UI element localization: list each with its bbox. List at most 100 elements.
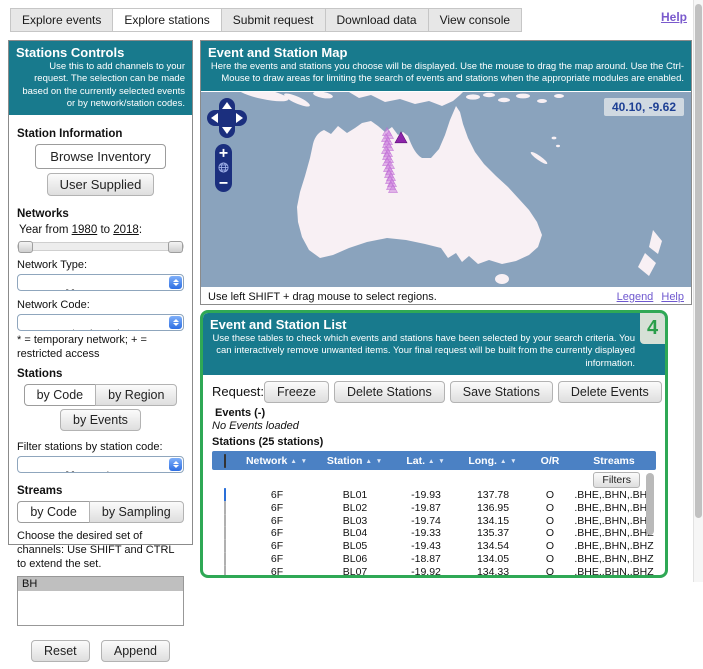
station-row-checkbox[interactable] [224,552,226,566]
year-from-link[interactable]: 1980 [72,224,98,236]
station-row-checkbox[interactable] [224,501,226,515]
sort-icons[interactable]: ▲ ▼ [290,458,308,465]
legend-link[interactable]: Legend [617,291,654,303]
cell-streams: .BHE,.BHN,.BHZ [572,540,656,552]
year-range-line: Year from 1980 to 2018: [19,224,184,236]
cell-long: 134.33 [458,566,528,578]
list-panel-header: Event and Station List Use these tables … [203,313,665,375]
network-type-label: Network Type: [17,259,184,271]
select-stepper-icon [169,316,182,329]
cell-network: 6F [238,527,316,539]
panel-title: Stations Controls [16,45,185,60]
stations-table-header: Network▲ ▼ Station▲ ▼ Lat.▲ ▼ Long.▲ ▼ O… [212,451,656,470]
station-row: 6F BL01 -19.93 137.78 O .BHE,.BHN,.BHZ [212,489,656,502]
cell-network: 6F [238,553,316,565]
append-button[interactable]: Append [101,640,170,662]
map-pan-control[interactable] [207,98,247,138]
network-code-select[interactable]: 6F* (2008) - BILBY Experiement [17,314,184,331]
request-label: Request: [212,381,264,399]
cell-station: BL05 [316,540,394,552]
sort-icons[interactable]: ▲ ▼ [365,458,383,465]
station-row-checkbox[interactable] [224,577,226,578]
cell-long: 136.95 [458,502,528,514]
user-supplied-button[interactable]: User Supplied [47,173,155,196]
stations-mode-group: by Code by Region [17,384,184,406]
cell-long: 137.78 [458,489,528,501]
stations-by-code-button[interactable]: by Code [24,384,97,406]
cell-station: BL06 [316,553,394,565]
cell-long: 134.54 [458,540,528,552]
cell-station: BL01 [316,489,394,501]
year-range-slider[interactable] [17,242,184,251]
table-scrollbar-thumb[interactable] [646,473,654,535]
channels-hint: Choose the desired set of channels: Use … [17,529,184,572]
freeze-button[interactable]: Freeze [264,381,329,403]
column-header-network[interactable]: Network▲ ▼ [238,455,316,467]
main-tabbar: Explore events Explore stations Submit r… [10,8,521,32]
map-help-link[interactable]: Help [661,291,684,303]
page-scrollbar[interactable] [693,0,703,582]
reset-button[interactable]: Reset [31,640,90,662]
cell-station: BL04 [316,527,394,539]
station-filter-select[interactable]: All Stations [17,456,184,473]
cell-or: O [528,566,572,578]
streams-by-code-button[interactable]: by Code [17,501,90,523]
stations-by-region-button[interactable]: by Region [95,384,177,406]
column-header-streams: Streams [572,455,656,467]
streams-by-sampling-button[interactable]: by Sampling [89,501,184,523]
sort-icons[interactable]: ▲ ▼ [500,458,518,465]
delete-stations-button[interactable]: Delete Stations [334,381,445,403]
channels-listbox[interactable]: BH [17,576,184,626]
year-mid: to [100,224,110,236]
network-code-value: 6F* (2008) - BILBY Experiement [59,328,184,331]
browse-inventory-button[interactable]: Browse Inventory [35,144,165,169]
tab-download-data[interactable]: Download data [325,8,429,32]
station-row: 6F BL05 -19.43 134.54 O .BHE,.BHN,.BHZ [212,540,656,553]
tab-explore-stations[interactable]: Explore stations [112,8,221,32]
cell-or: O [528,527,572,539]
slider-handle-right[interactable] [168,241,183,253]
stations-by-events-button[interactable]: by Events [60,409,141,431]
map-canvas[interactable]: 40.10, -9.62 [201,91,691,287]
cell-or: O [528,489,572,501]
cell-streams: .BHE,.BHN,.BHZ [572,502,656,514]
station-filter-label: Filter stations by station code: [17,441,184,453]
station-row-checkbox[interactable] [224,565,226,579]
page-scrollbar-thumb[interactable] [695,4,702,518]
cell-station: BL02 [316,502,394,514]
cell-network: 6F [238,540,316,552]
filters-button[interactable]: Filters [593,472,640,488]
stations-heading: Stations [17,368,184,380]
help-link[interactable]: Help [661,10,687,24]
cell-or: O [528,502,572,514]
tab-submit-request[interactable]: Submit request [221,8,326,32]
cell-long: 134.15 [458,515,528,527]
stations-table-body: 6F BL01 -19.93 137.78 O .BHE,.BHN,.BHZ 6… [212,489,656,578]
station-row: 6F BL02 -19.87 136.95 O .BHE,.BHN,.BHZ [212,502,656,515]
cell-lat: -19.93 [394,489,458,501]
tab-view-console[interactable]: View console [428,8,523,32]
slider-handle-left[interactable] [18,241,33,253]
tab-explore-events[interactable]: Explore events [10,8,113,32]
save-stations-button[interactable]: Save Stations [450,381,553,403]
delete-events-button[interactable]: Delete Events [558,381,662,403]
sort-icons[interactable]: ▲ ▼ [428,458,446,465]
table-scrollbar[interactable] [646,473,654,578]
list-panel-description: Use these tables to check which events a… [210,333,635,370]
select-all-checkbox[interactable] [224,454,226,468]
year-prefix: Year from [19,224,68,236]
year-to-link[interactable]: 2018 [113,224,139,236]
cell-station: BL07 [316,566,394,578]
cell-station: BL03 [316,515,394,527]
network-type-select[interactable]: All nets [17,274,184,291]
column-header-station[interactable]: Station▲ ▼ [316,455,394,467]
station-row: 6F BL06 -18.87 134.05 O .BHE,.BHN,.BHZ [212,552,656,565]
map-zoom-control[interactable] [215,144,232,192]
cell-lat: -19.43 [394,540,458,552]
column-header-lat[interactable]: Lat.▲ ▼ [394,455,458,467]
events-empty-message: No Events loaded [212,420,656,432]
column-header-long[interactable]: Long.▲ ▼ [458,455,528,467]
network-code-label: Network Code: [17,299,184,311]
channel-option[interactable]: BH [18,577,183,591]
cell-or: O [528,553,572,565]
